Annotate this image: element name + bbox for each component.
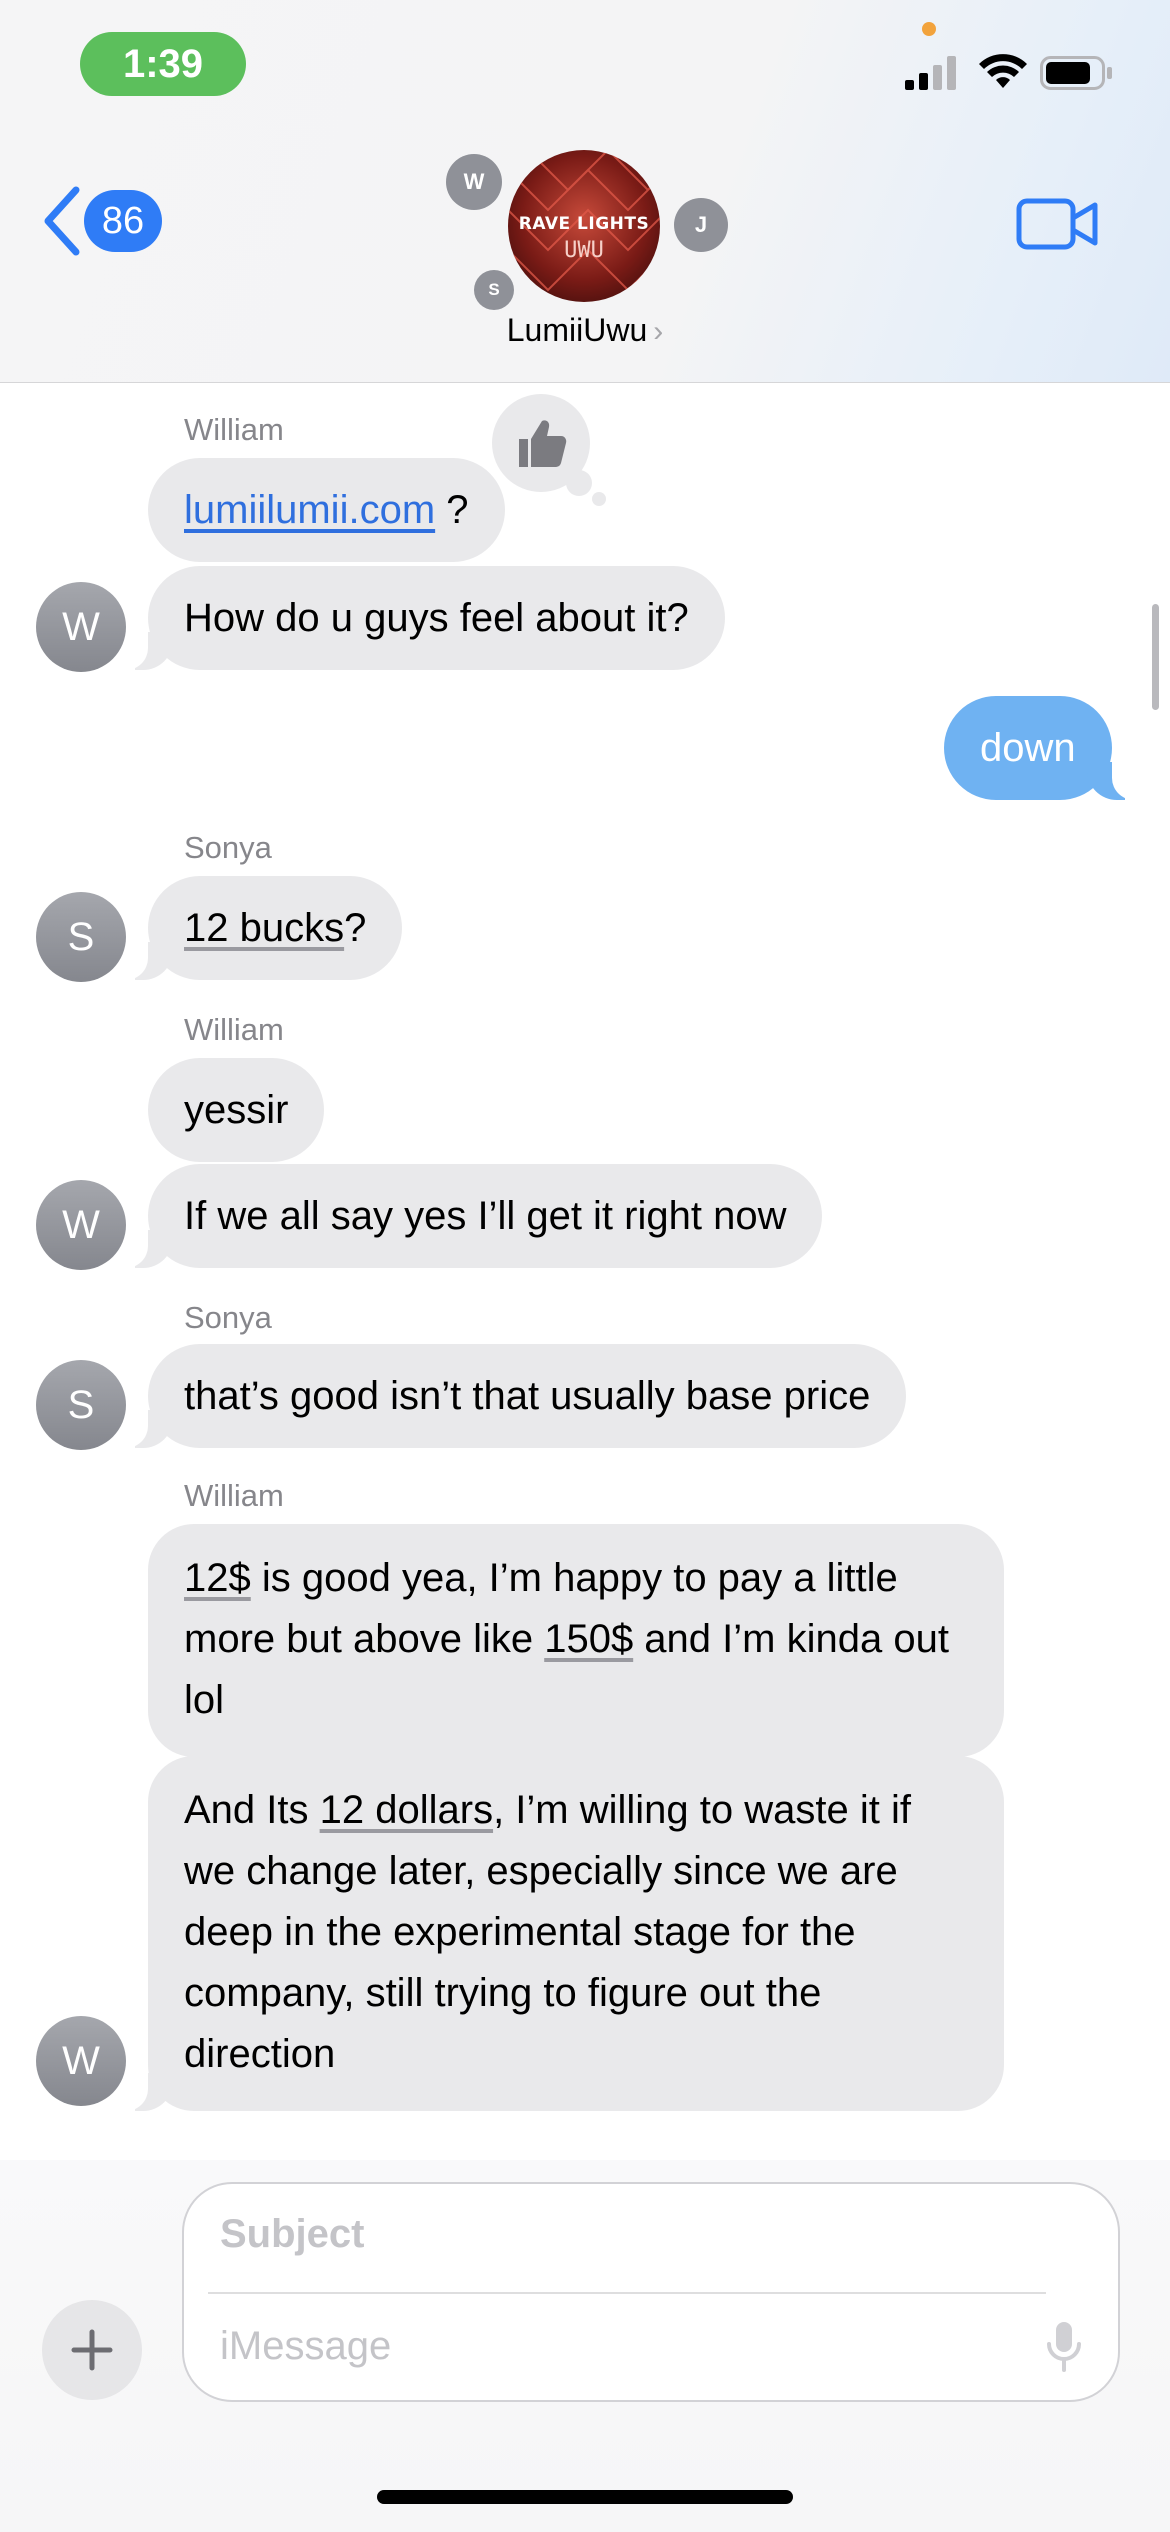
sender-name: William xyxy=(184,412,284,447)
subject-input[interactable]: Subject xyxy=(220,2212,364,2257)
thumbs-up-icon xyxy=(519,420,567,467)
battery-icon xyxy=(1040,56,1112,90)
back-button[interactable]: 86 xyxy=(42,186,162,256)
plus-icon xyxy=(71,2329,113,2371)
imessage-input[interactable]: iMessage xyxy=(220,2324,391,2369)
plus-button[interactable] xyxy=(42,2300,142,2400)
reaction-tail xyxy=(566,470,592,496)
sender-avatar[interactable]: W xyxy=(36,1180,126,1270)
sender-name: William xyxy=(184,1478,284,1513)
member-avatar-j: J xyxy=(674,198,728,252)
sender-avatar[interactable]: W xyxy=(36,582,126,672)
group-name: LumiiUwu xyxy=(506,312,648,348)
message-bubble[interactable]: If we all say yes I’ll get it right now xyxy=(121,1164,823,1268)
microphone-icon[interactable] xyxy=(1046,2320,1082,2374)
message-link[interactable]: lumiilumii.com xyxy=(184,488,435,532)
sender-avatar[interactable]: S xyxy=(36,1360,126,1450)
scrollbar[interactable] xyxy=(1152,604,1159,710)
cellular-signal-icon xyxy=(905,56,956,90)
message-bubble[interactable]: And Its 12 dollars, I’m willing to waste… xyxy=(122,1756,1004,2111)
wifi-icon xyxy=(979,54,1027,88)
message-bubble[interactable]: that’s good isn’t that usually base pric… xyxy=(121,1344,907,1448)
group-avatar[interactable]: RAVE LIGHTS UWU xyxy=(508,150,660,302)
group-avatar-text: RAVE LIGHTS xyxy=(518,214,650,234)
back-chevron-icon xyxy=(44,186,80,256)
sender-name: William xyxy=(184,1012,284,1047)
input-divider xyxy=(208,2292,1046,2294)
home-indicator[interactable] xyxy=(377,2490,793,2504)
sender-avatar[interactable]: S xyxy=(36,892,126,982)
video-camera-icon[interactable] xyxy=(1016,196,1098,252)
message-bubble[interactable]: How do u guys feel about it? xyxy=(122,566,725,670)
message-input-box[interactable]: Subject iMessage xyxy=(182,2182,1120,2402)
member-avatar-w: W xyxy=(446,154,502,210)
status-time[interactable]: 1:39 xyxy=(80,32,246,96)
sender-avatar[interactable]: W xyxy=(36,2016,126,2106)
group-name-button[interactable]: LumiiUwu › xyxy=(435,312,735,349)
message-bubble[interactable]: lumiilumii.com ? xyxy=(148,458,505,562)
privacy-indicator-dot xyxy=(922,22,936,36)
message-bubble[interactable]: yessir xyxy=(148,1058,325,1162)
group-avatar-subtext: UWU xyxy=(564,238,604,263)
message-bubble[interactable]: 12 bucks? xyxy=(121,876,403,980)
chevron-right-icon: › xyxy=(653,315,664,348)
sent-message-bubble[interactable]: down xyxy=(944,696,1138,800)
sender-name: Sonya xyxy=(184,1300,272,1335)
sender-name: Sonya xyxy=(184,830,272,865)
unread-count-badge: 86 xyxy=(84,190,162,252)
reaction-tail-small xyxy=(592,492,606,506)
message-bubble[interactable]: 12$ is good yea, I’m happy to pay a litt… xyxy=(148,1524,1004,1757)
